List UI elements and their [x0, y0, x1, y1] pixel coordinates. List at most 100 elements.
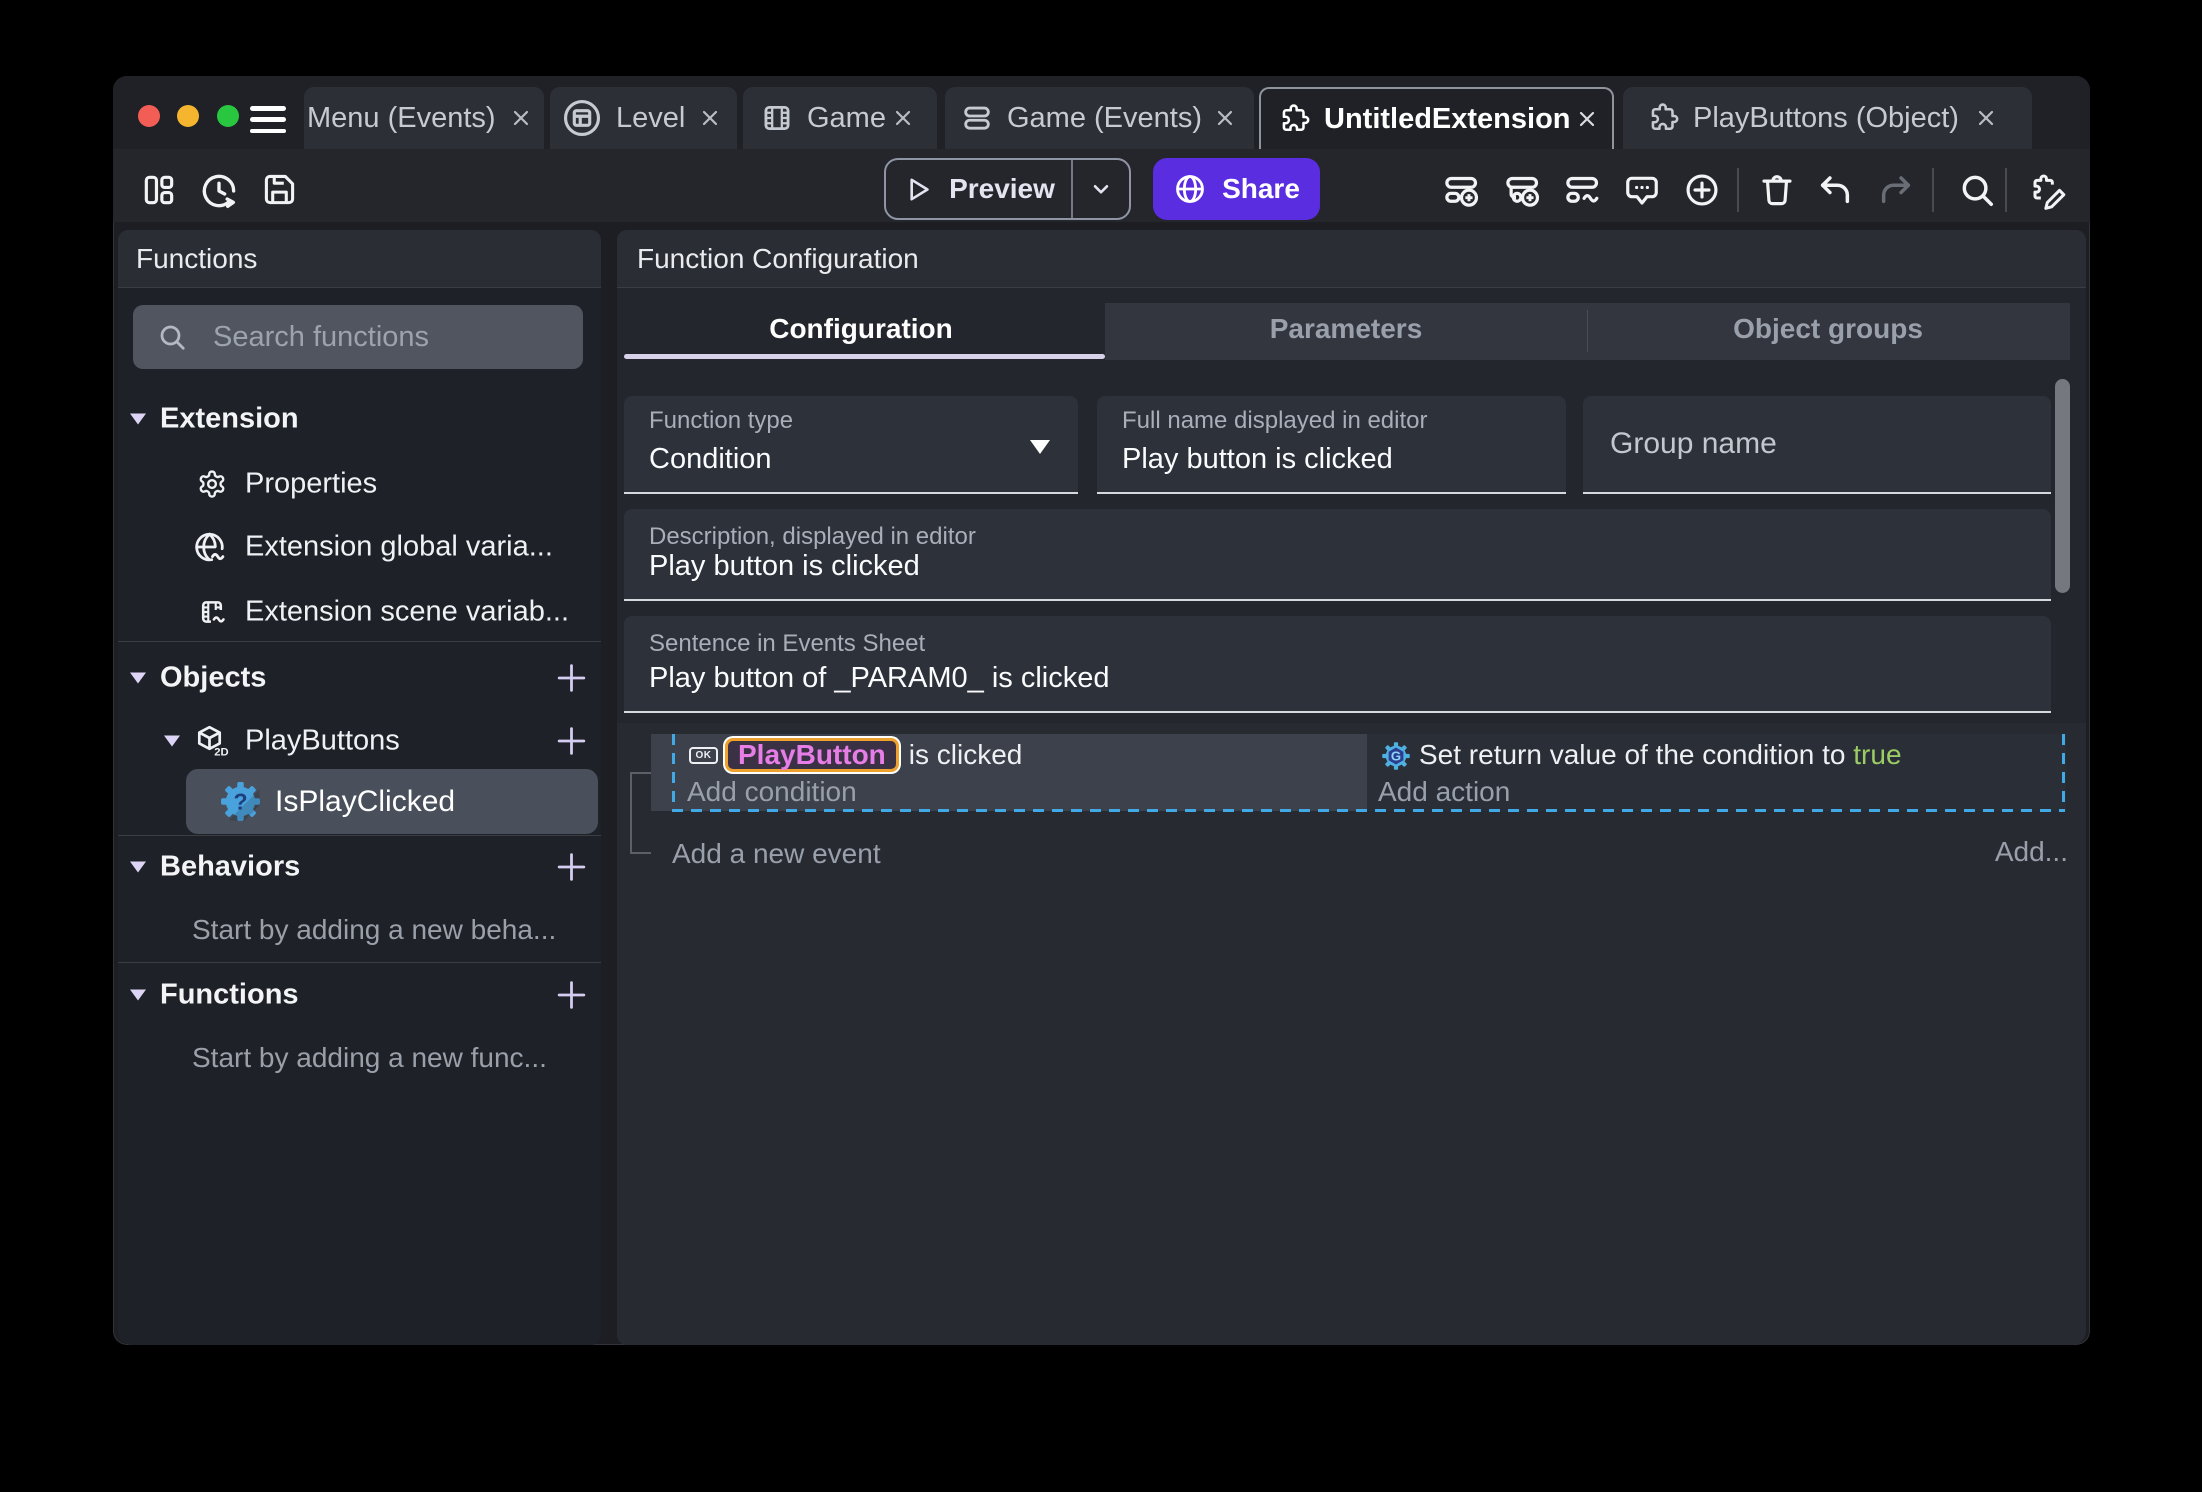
share-button[interactable]: Share [1153, 158, 1320, 220]
scene-icon [561, 97, 603, 139]
search-icon[interactable] [1958, 171, 1996, 209]
add-function-button[interactable] [553, 977, 590, 1014]
add-event-icon[interactable] [1442, 171, 1481, 210]
tree-item-playbuttons[interactable]: PlayButtons [245, 725, 400, 758]
tab-label: UntitledExtension [1324, 102, 1571, 135]
field-value: Condition [649, 443, 772, 475]
chevron-down-icon[interactable] [130, 413, 146, 425]
add-subevent-icon[interactable] [1503, 171, 1542, 210]
search-functions-input[interactable]: Search functions [133, 305, 583, 369]
tab-object-groups[interactable]: Object groups [1733, 313, 1923, 345]
close-icon[interactable] [891, 106, 915, 130]
functions-panel-header: Functions [118, 230, 601, 288]
chevron-down-icon[interactable] [130, 989, 146, 1001]
toggle-comments-icon[interactable] [1623, 171, 1661, 209]
history-icon[interactable] [199, 171, 239, 211]
close-icon[interactable] [1213, 106, 1237, 130]
description-input[interactable]: Description, displayed in editor Play bu… [624, 509, 2051, 601]
search-placeholder: Search functions [213, 320, 430, 353]
close-icon[interactable] [1974, 106, 1998, 130]
add-object-button[interactable] [553, 660, 590, 697]
events-sheet-icon [960, 101, 994, 135]
tree-item-isplayclicked[interactable]: IsPlayClicked [186, 769, 598, 834]
close-icon[interactable] [509, 106, 533, 130]
toolbar-divider [1932, 168, 1934, 212]
share-label: Share [1222, 173, 1300, 204]
event-tree-connector [630, 772, 651, 774]
section-functions[interactable]: Functions [160, 979, 299, 1012]
undo-icon[interactable] [1816, 171, 1854, 209]
preview-dropdown-button[interactable] [1073, 160, 1129, 218]
add-new-event-button[interactable]: Add a new event [672, 838, 881, 870]
add-object-function-button[interactable] [553, 723, 590, 760]
action-value: true [1853, 739, 1902, 770]
add-comment-event-icon[interactable] [1563, 171, 1602, 210]
section-objects[interactable]: Objects [160, 662, 266, 695]
condition-object-chip[interactable]: PlayButton [725, 738, 899, 772]
tab-label: Game (Events) [1007, 101, 1202, 134]
condition-text[interactable]: is clicked [909, 739, 1023, 771]
chevron-down-icon[interactable] [130, 672, 146, 684]
action-text[interactable]: Set return value of the condition to tru… [1419, 739, 1902, 771]
chevron-down-icon[interactable] [130, 861, 146, 873]
object-2d-icon [193, 723, 229, 759]
tab-configuration[interactable]: Configuration [769, 313, 953, 345]
events-sheet [617, 723, 2086, 1345]
tab-game-events[interactable]: Game (Events) [945, 87, 1254, 149]
add-condition-button[interactable]: Add condition [687, 776, 857, 808]
field-label: Sentence in Events Sheet [649, 630, 926, 657]
section-behaviors[interactable]: Behaviors [160, 851, 300, 884]
selected-function-label: IsPlayClicked [275, 784, 456, 818]
titlebar: Menu (Events) Level Game Game (Events) U… [113, 76, 2090, 149]
dropdown-caret-icon [1030, 440, 1050, 454]
full-name-input[interactable]: Full name displayed in editor Play butto… [1097, 396, 1566, 494]
add-other-event-icon[interactable] [1683, 171, 1721, 209]
close-icon[interactable] [1575, 107, 1599, 131]
delete-icon[interactable] [1758, 171, 1796, 209]
toolbar-divider [1737, 168, 1739, 212]
tab-playbuttons-object[interactable]: PlayButtons (Object) [1623, 87, 2032, 149]
projects-dashboard-icon[interactable] [140, 171, 178, 209]
functions-panel-body: Search functions Extension Properties Ex… [118, 288, 601, 1345]
section-extension[interactable]: Extension [160, 403, 299, 436]
section-divider [118, 835, 601, 836]
event-tree-connector [630, 852, 651, 854]
traffic-light-zoom[interactable] [217, 105, 239, 127]
form-scrollbar-thumb[interactable] [2055, 379, 2070, 593]
film-icon [760, 101, 794, 135]
tab-game[interactable]: Game [743, 87, 937, 149]
edit-extension-icon[interactable] [2028, 171, 2068, 211]
tree-item-scene-variables[interactable]: Extension scene variab... [245, 596, 569, 629]
add-behavior-button[interactable] [553, 849, 590, 886]
gear-icon [197, 469, 227, 499]
tab-level[interactable]: Level [550, 87, 737, 149]
condition-row[interactable]: OK PlayButton is clicked [689, 737, 1022, 773]
function-type-select[interactable]: Function type Condition [624, 396, 1078, 494]
section-divider [118, 962, 601, 963]
traffic-light-minimize[interactable] [177, 105, 199, 127]
tab-menu-events[interactable]: Menu (Events) [304, 87, 544, 149]
functions-empty-hint: Start by adding a new func... [192, 1042, 547, 1073]
event-selection-border [2062, 734, 2065, 812]
add-action-button[interactable]: Add action [1378, 776, 1510, 808]
preview-button[interactable]: Preview [884, 158, 1131, 220]
tab-parameters[interactable]: Parameters [1270, 313, 1423, 345]
tab-untitled-extension[interactable]: UntitledExtension [1259, 87, 1614, 149]
globe-variables-icon [192, 530, 227, 565]
save-icon[interactable] [261, 171, 298, 208]
tree-item-global-variables[interactable]: Extension global varia... [245, 531, 553, 564]
group-name-input[interactable]: Group name [1583, 396, 2051, 494]
traffic-light-close[interactable] [138, 105, 160, 127]
tree-item-properties[interactable]: Properties [245, 468, 377, 501]
field-label: Full name displayed in editor [1122, 407, 1428, 434]
chevron-down-icon[interactable] [164, 735, 180, 747]
close-icon[interactable] [698, 106, 722, 130]
menu-hamburger-icon[interactable] [250, 106, 286, 133]
scene-variables-icon [196, 596, 228, 628]
functions-panel: Functions Search functions Extension Pro… [118, 230, 601, 1345]
globe-icon [1173, 172, 1207, 206]
redo-icon[interactable] [1877, 171, 1915, 209]
puzzle-icon [1277, 102, 1311, 136]
add-more-button[interactable]: Add... [1995, 836, 2068, 868]
sentence-input[interactable]: Sentence in Events Sheet Play button of … [624, 616, 2051, 713]
